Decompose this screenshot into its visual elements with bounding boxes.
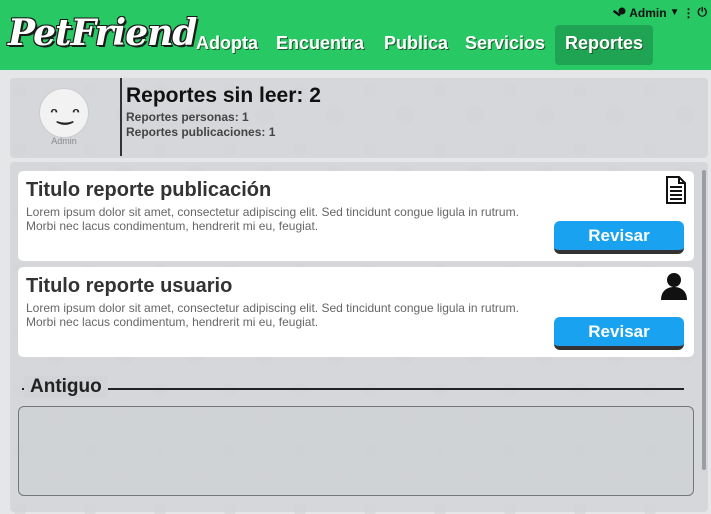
nav-reportes[interactable]: Reportes	[555, 25, 654, 65]
summary-posts: Reportes publicaciones: 1	[126, 125, 276, 139]
review-button[interactable]: Revisar	[554, 317, 684, 350]
more-vertical-icon[interactable]: ⋮	[683, 6, 695, 20]
report-title: Titulo reporte publicación	[26, 179, 272, 201]
section-title-old: Antiguo	[24, 376, 108, 398]
summary-title: Reportes sin leer: 2	[126, 84, 321, 107]
user-menu[interactable]: Admin ▼ ⋮ ⏻	[612, 5, 707, 20]
user-name[interactable]: Admin	[629, 6, 666, 20]
caret-down-icon[interactable]: ▼	[670, 7, 680, 18]
nav-publica[interactable]: Publica	[374, 25, 458, 65]
reports-panel: Titulo reporte publicación Lorem ipsum d…	[10, 162, 708, 512]
summary-people: Reportes personas: 1	[126, 110, 249, 124]
section-divider	[22, 388, 684, 390]
report-title: Titulo reporte usuario	[26, 275, 233, 297]
navbar: PetFriend Adopta Encuentra Publica Servi…	[0, 0, 711, 70]
user-icon	[661, 273, 687, 300]
scrollbar[interactable]	[702, 170, 706, 470]
report-card: Titulo reporte publicación Lorem ipsum d…	[18, 171, 694, 261]
nav-encuentra[interactable]: Encuentra	[266, 25, 374, 65]
report-desc-line: Lorem ipsum dolor sit amet, consectetur …	[26, 301, 519, 315]
power-icon[interactable]: ⏻	[698, 5, 708, 20]
old-reports-container	[18, 406, 694, 496]
nav-servicios[interactable]: Servicios	[455, 25, 555, 65]
key-icon	[613, 7, 626, 16]
report-desc-line: Morbi nec lacus condimentum, hendrerit m…	[26, 219, 319, 233]
report-card: Titulo reporte usuario Lorem ipsum dolor…	[18, 267, 694, 357]
avatar-face-icon: ᵔ‿ᵔ	[50, 104, 80, 124]
review-button[interactable]: Revisar	[554, 221, 684, 254]
report-desc-line: Morbi nec lacus condimentum, hendrerit m…	[26, 315, 319, 329]
divider	[120, 78, 122, 156]
nav-adopta[interactable]: Adopta	[186, 25, 268, 65]
avatar: ᵔ‿ᵔ	[39, 88, 89, 138]
summary-panel: ᵔ‿ᵔ Admin Reportes sin leer: 2 Reportes …	[10, 78, 708, 158]
report-description: Lorem ipsum dolor sit amet, consectetur …	[26, 301, 546, 329]
document-icon	[666, 176, 686, 204]
report-desc-line: Lorem ipsum dolor sit amet, consectetur …	[26, 205, 519, 219]
brand-logo[interactable]: PetFriend	[8, 12, 197, 54]
report-description: Lorem ipsum dolor sit amet, consectetur …	[26, 205, 546, 233]
avatar-label: Admin	[51, 136, 77, 146]
